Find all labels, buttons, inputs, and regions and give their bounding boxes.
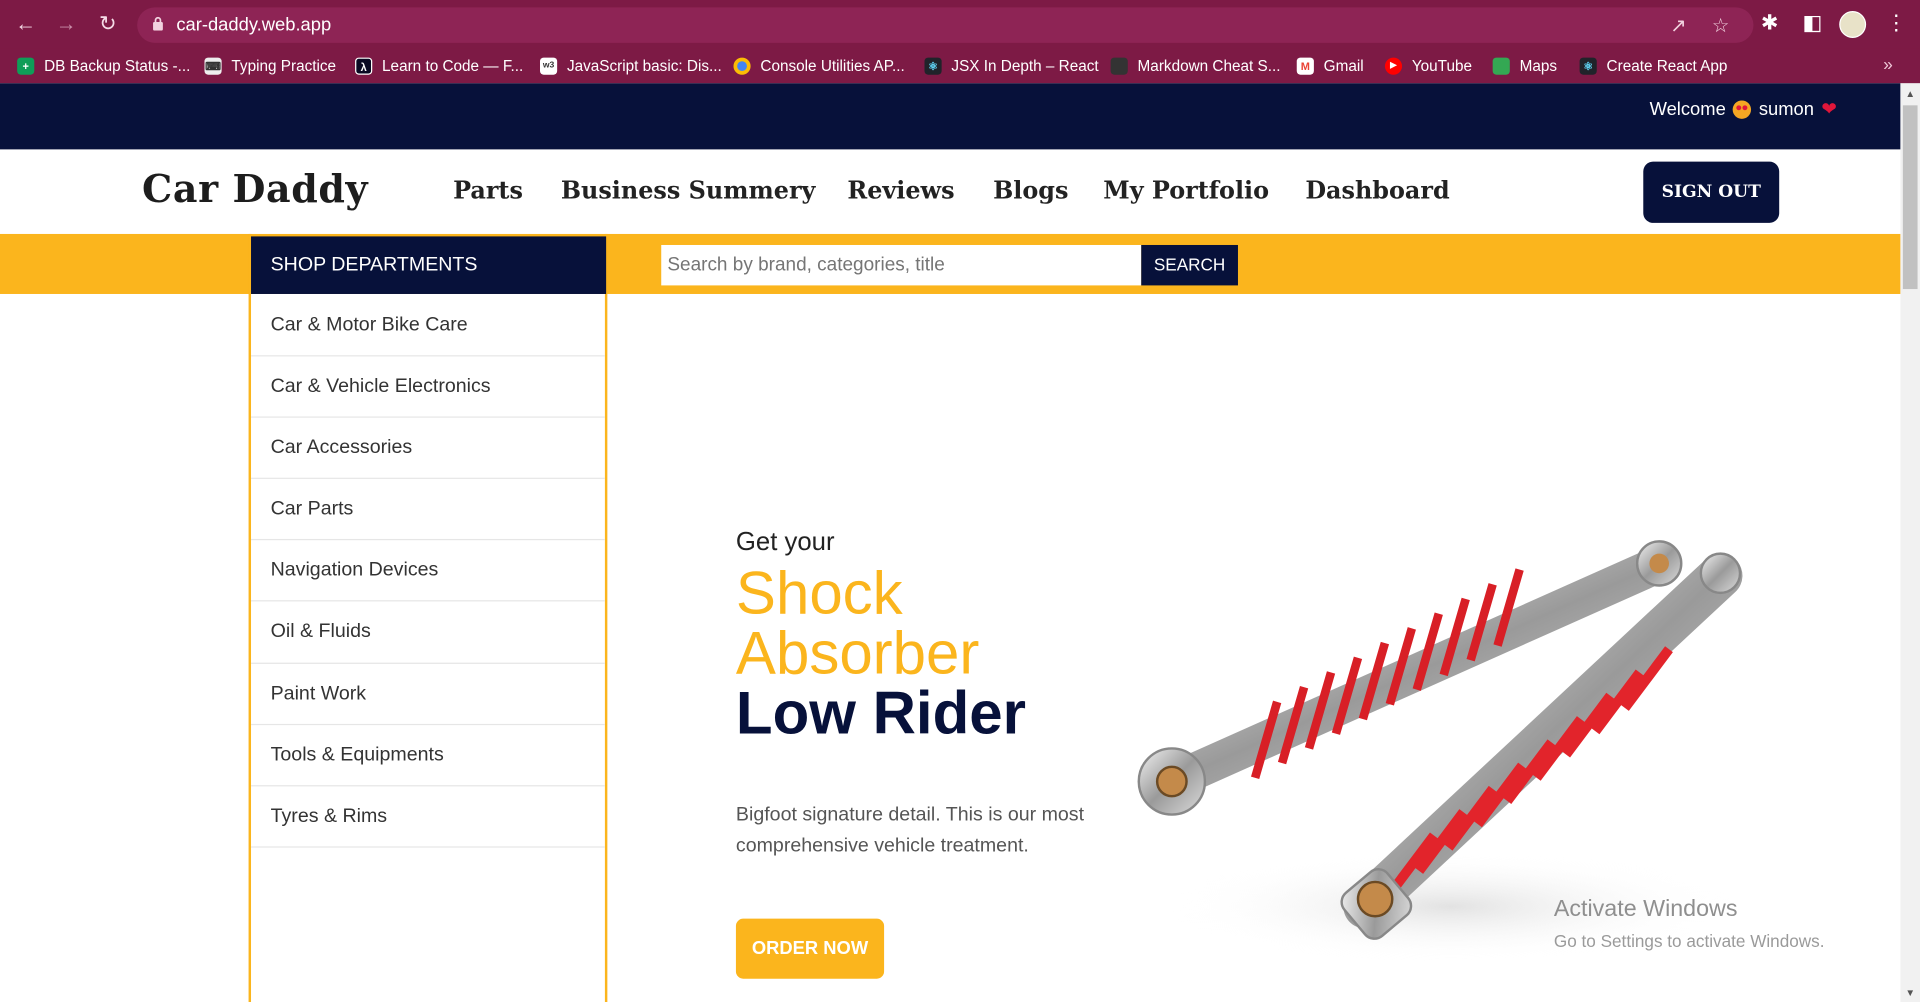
maps-icon — [1492, 57, 1510, 75]
bookmark-typing-practice[interactable]: ⌨ Typing Practice — [204, 55, 336, 77]
nav-blogs[interactable]: Blogs — [993, 176, 1068, 204]
markdown-icon — [1110, 57, 1128, 75]
more-menu-icon[interactable]: ⋮ — [1886, 11, 1907, 35]
chrome-icon — [733, 57, 751, 75]
nav-dashboard[interactable]: Dashboard — [1305, 176, 1449, 204]
react-icon: ⚛ — [924, 57, 942, 75]
hero-title-line-2: Absorber — [735, 621, 980, 688]
react-icon: ⚛ — [1579, 57, 1597, 75]
bookmark-markdown[interactable]: Markdown Cheat S... — [1110, 55, 1280, 77]
nav-parts[interactable]: Parts — [453, 176, 523, 204]
heart-icon: ❤ — [1821, 99, 1837, 121]
bookmark-javascript-basic[interactable]: w3 JavaScript basic: Dis... — [540, 55, 722, 77]
sheets-icon: + — [17, 57, 35, 75]
brand-logo[interactable]: Car Daddy — [142, 168, 368, 212]
star-icon[interactable]: ☆ — [1712, 13, 1730, 37]
site-header: Car Daddy Parts Business Summery Reviews… — [0, 149, 1901, 234]
keyboard-icon: ⌨ — [204, 57, 222, 75]
forward-icon[interactable]: → — [53, 11, 80, 38]
freecodecamp-icon: λ — [355, 57, 373, 75]
nav-my-portfolio[interactable]: My Portfolio — [1103, 176, 1269, 204]
heart-eyes-emoji-icon — [1733, 99, 1752, 119]
search-button[interactable]: SEARCH — [1141, 244, 1238, 286]
user-name: sumon — [1758, 98, 1815, 120]
side-panel-icon[interactable]: ◧ — [1802, 11, 1822, 35]
bookmark-maps[interactable]: Maps — [1492, 55, 1557, 77]
nav-reviews[interactable]: Reviews — [847, 176, 954, 204]
department-list: Car & Motor Bike Care Car & Vehicle Elec… — [251, 295, 605, 848]
browser-toolbar: ← → ↻ car-daddy.web.app ↗ ☆ ✱ ◧ ⋮ — [0, 0, 1920, 49]
bookmark-console-utilities[interactable]: Console Utilities AP... — [733, 55, 905, 77]
scroll-down-icon[interactable]: ▼ — [1904, 987, 1916, 998]
reload-icon[interactable]: ↻ — [94, 11, 121, 38]
scrollbar-thumb[interactable] — [1902, 105, 1918, 290]
bookmark-db-backup[interactable]: + DB Backup Status -... — [17, 55, 190, 77]
bookmark-freecodecamp[interactable]: λ Learn to Code — F... — [355, 55, 523, 77]
hero-title-line-3: Low Rider — [735, 681, 1026, 748]
bookmark-jsx-in-depth[interactable]: ⚛ JSX In Depth – React — [924, 55, 1099, 77]
bookmark-create-react-app[interactable]: ⚛ Create React App — [1579, 55, 1727, 77]
department-paint-work[interactable]: Paint Work — [251, 663, 605, 725]
bookmarks-bar: + DB Backup Status -... ⌨ Typing Practice … — [0, 48, 1920, 84]
department-tools-equipments[interactable]: Tools & Equipments — [251, 725, 605, 787]
profile-avatar[interactable] — [1839, 11, 1867, 38]
bookmark-gmail[interactable]: M Gmail — [1296, 55, 1364, 77]
youtube-icon: ▶ — [1384, 57, 1403, 75]
bookmark-youtube[interactable]: ▶ YouTube — [1384, 55, 1472, 77]
order-now-button[interactable]: ORDER NOW — [735, 918, 885, 979]
address-bar[interactable]: car-daddy.web.app ↗ ☆ — [137, 7, 1754, 43]
hero-kicker: Get your — [735, 527, 835, 557]
extensions-icon[interactable]: ✱ — [1761, 11, 1778, 35]
nav-business-summery[interactable]: Business Summery — [561, 176, 816, 204]
lock-icon — [153, 16, 163, 31]
sign-out-button[interactable]: SIGN OUT — [1643, 161, 1780, 223]
department-oil-fluids[interactable]: Oil & Fluids — [251, 602, 605, 664]
welcome-message: Welcome sumon ❤ — [1649, 98, 1837, 121]
department-tyres-rims[interactable]: Tyres & Rims — [251, 786, 605, 848]
activate-windows-title: Activate Windows — [1553, 896, 1738, 923]
department-car-motor-bike-care[interactable]: Car & Motor Bike Care — [251, 295, 605, 357]
scroll-up-icon[interactable]: ▲ — [1904, 88, 1916, 99]
activate-windows-subtitle: Go to Settings to activate Windows. — [1553, 930, 1825, 951]
department-car-vehicle-electronics[interactable]: Car & Vehicle Electronics — [251, 357, 605, 418]
department-car-accessories[interactable]: Car Accessories — [251, 418, 605, 480]
gmail-icon: M — [1296, 57, 1314, 75]
top-bar: Welcome sumon ❤ — [0, 83, 1901, 150]
shop-departments-heading[interactable]: SHOP DEPARTMENTS — [251, 236, 607, 294]
bookmarks-overflow-icon[interactable]: » — [1883, 54, 1893, 74]
department-car-parts[interactable]: Car Parts — [251, 479, 605, 541]
back-icon[interactable]: ← — [12, 11, 39, 38]
share-icon[interactable]: ↗ — [1670, 13, 1686, 37]
hero-title-line-1: Shock — [735, 561, 903, 628]
w3-icon: w3 — [540, 57, 558, 75]
hero-description: Bigfoot signature detail. This is our mo… — [735, 804, 1085, 857]
url-text: car-daddy.web.app — [176, 14, 332, 36]
search-input[interactable] — [661, 244, 1142, 286]
department-navigation-devices[interactable]: Navigation Devices — [251, 541, 605, 603]
